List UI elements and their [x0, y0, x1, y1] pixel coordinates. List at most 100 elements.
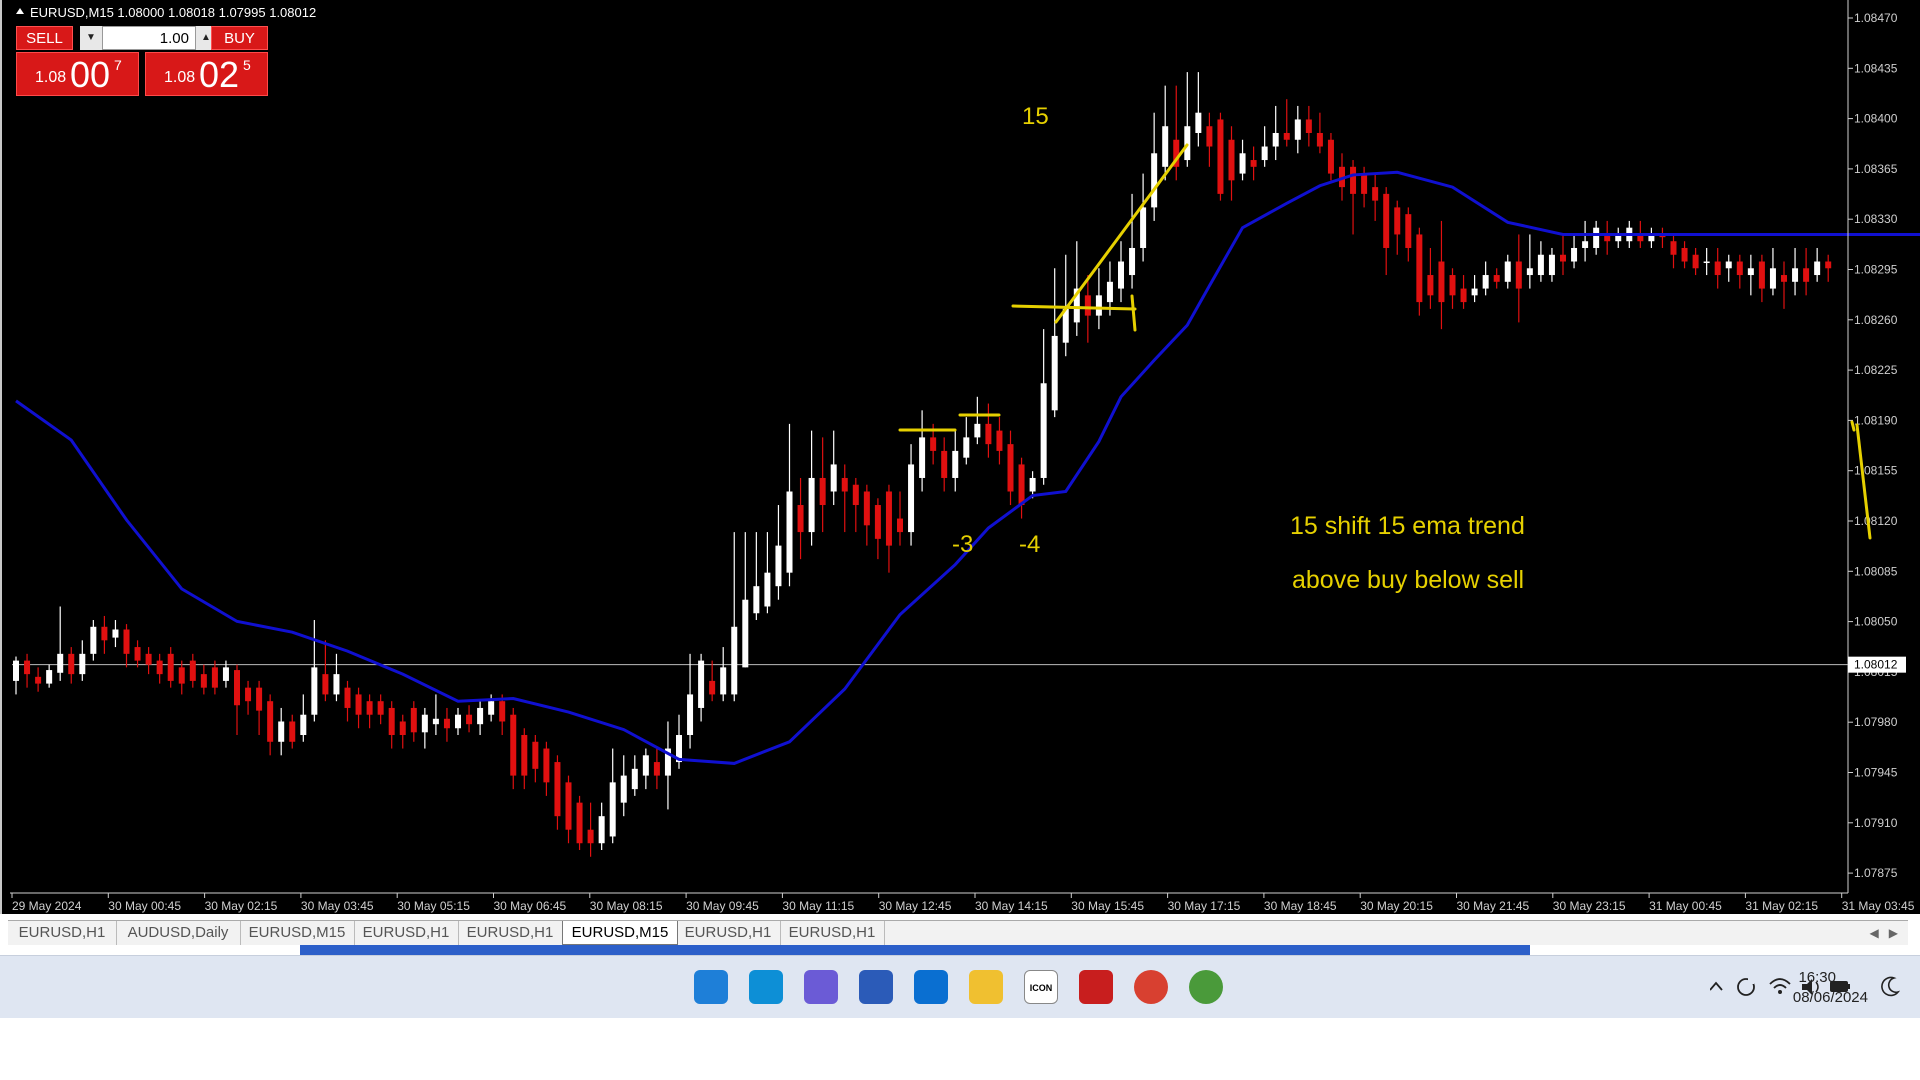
candle-body: [852, 484, 859, 506]
sync-icon[interactable]: [1737, 978, 1755, 996]
candle: [1372, 173, 1379, 221]
candle-body: [797, 505, 804, 533]
current-price-label: 1.08012: [1854, 658, 1898, 672]
app-icon[interactable]: [1134, 970, 1168, 1004]
buy-price-prefix: 1.08: [164, 69, 196, 86]
copilot-icon[interactable]: [804, 970, 838, 1004]
chart-tab[interactable]: EURUSD,H1: [458, 921, 563, 945]
sell-button[interactable]: SELL: [16, 26, 73, 50]
candle-body: [1294, 119, 1301, 140]
sell-price-box[interactable]: 1.08 00 7: [16, 52, 139, 96]
candle-body: [377, 701, 384, 715]
candle: [587, 802, 594, 857]
candle-body: [499, 701, 506, 722]
annotation-m3: -3: [952, 531, 973, 558]
lot-decrease-icon[interactable]: ▼: [80, 26, 102, 50]
sell-price-fraction: 7: [114, 57, 122, 73]
candle: [410, 701, 417, 742]
lot-size-input[interactable]: [102, 26, 196, 50]
mcafee-icon[interactable]: [1079, 970, 1113, 1004]
candle: [1217, 112, 1224, 201]
candle: [477, 701, 484, 736]
candle: [1283, 99, 1290, 147]
chart-tab[interactable]: EURUSD,H1: [8, 921, 117, 945]
chart-tab[interactable]: EURUSD,M15: [240, 921, 355, 945]
candle: [1051, 268, 1058, 418]
candle-body: [830, 464, 837, 492]
price-axis-label: 1.08120: [1854, 514, 1898, 528]
candle: [775, 505, 782, 600]
candle-body: [1593, 227, 1600, 248]
candle-body: [543, 748, 550, 783]
candle-body: [300, 714, 307, 736]
candle-body: [1482, 275, 1489, 289]
chevron-up-icon[interactable]: [1709, 981, 1723, 991]
chrome-icon[interactable]: [1189, 970, 1223, 1004]
chart-tab[interactable]: AUDUSD,Daily: [116, 921, 241, 945]
trading-app-icon[interactable]: ICON: [1024, 970, 1058, 1004]
candle: [1316, 112, 1323, 154]
time-axis-label: 30 May 12:45: [879, 899, 952, 913]
time-axis-label: 30 May 09:45: [686, 899, 759, 913]
candle: [841, 464, 848, 533]
price-axis-label: 1.08400: [1854, 112, 1898, 126]
candle: [455, 707, 461, 736]
candle: [189, 653, 196, 688]
candle-body: [698, 660, 705, 708]
candle-body: [963, 437, 970, 458]
file-explorer-icon[interactable]: [969, 970, 1003, 1004]
candle-body: [930, 437, 937, 451]
candle-body: [1095, 295, 1102, 316]
candle-body: [1769, 268, 1776, 289]
candle: [90, 620, 97, 661]
chart-tab[interactable]: EURUSD,M15: [562, 921, 678, 945]
notification-icon[interactable]: [1880, 976, 1900, 998]
candle-body: [532, 741, 539, 769]
buy-price-box[interactable]: 1.08 02 5: [145, 52, 268, 96]
clock-date[interactable]: 08/06/2024: [1793, 989, 1868, 1006]
edge-icon[interactable]: [749, 970, 783, 1004]
candle-body: [1327, 139, 1334, 174]
candle: [1173, 85, 1180, 181]
time-axis-label: 30 May 14:15: [975, 899, 1048, 913]
candle: [941, 437, 948, 492]
candle: [598, 802, 605, 851]
candle-body: [1372, 187, 1379, 201]
time-axis-label: 30 May 05:15: [397, 899, 470, 913]
clock-time[interactable]: 16:30: [1798, 969, 1836, 986]
price-axis-label: 1.08050: [1854, 615, 1898, 629]
chart-tab[interactable]: EURUSD,H1: [354, 921, 459, 945]
candle-body: [1747, 268, 1754, 276]
candle-body: [863, 491, 870, 526]
candle-body: [1140, 207, 1147, 248]
candle: [819, 437, 826, 533]
price-chart[interactable]: EURUSD,M15 1.08000 1.08018 1.07995 1.080…: [2, 0, 1920, 914]
chart-tab[interactable]: EURUSD,H1: [780, 921, 885, 945]
candle: [101, 615, 108, 654]
candle: [245, 680, 252, 715]
candle-body: [1537, 254, 1544, 276]
candle-body: [1350, 166, 1357, 194]
candle: [786, 423, 793, 587]
candle: [1504, 254, 1511, 289]
candle-body: [1184, 126, 1191, 161]
chart-window[interactable]: EURUSD,M15 1.08000 1.08018 1.07995 1.080…: [0, 0, 1920, 914]
price-axis-label: 1.07980: [1854, 715, 1898, 729]
candle: [1493, 268, 1500, 289]
tab-scroll-arrows-icon[interactable]: ◀ ▶: [1870, 921, 1898, 945]
candle: [1040, 329, 1047, 485]
buy-price-fraction: 5: [243, 57, 251, 73]
candle-body: [1361, 173, 1368, 194]
candle: [1593, 220, 1600, 255]
windows-start-icon[interactable]: [694, 970, 728, 1004]
candle: [1007, 430, 1014, 506]
wifi-icon[interactable]: [1769, 978, 1791, 994]
buy-button[interactable]: BUY: [211, 26, 268, 50]
candle-body: [466, 714, 473, 725]
chart-tab[interactable]: EURUSD,H1: [676, 921, 781, 945]
outlook-icon[interactable]: [914, 970, 948, 1004]
candle: [234, 664, 240, 736]
taskbar: ICON 16:30 08/06/2024: [0, 955, 1920, 1018]
store-icon[interactable]: [859, 970, 893, 1004]
candle: [731, 532, 738, 702]
